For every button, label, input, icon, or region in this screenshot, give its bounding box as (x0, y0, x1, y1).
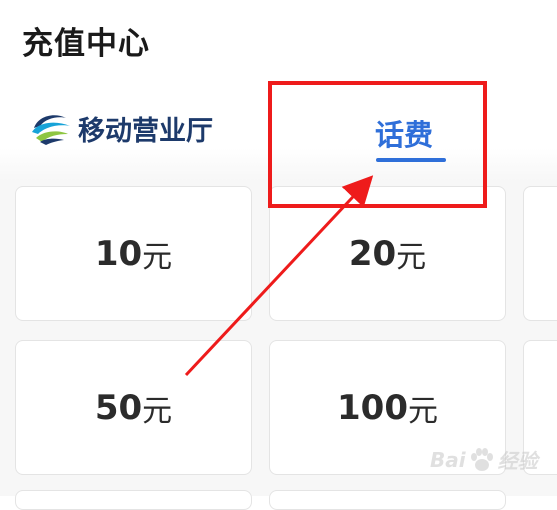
baidu-paw-icon (470, 447, 493, 471)
watermark-text-left: Bai (430, 447, 466, 472)
watermark-text-right: 经验 (497, 449, 538, 473)
baidu-watermark: Bai 经验 (430, 445, 538, 474)
annotation-arrow-icon (184, 175, 374, 377)
